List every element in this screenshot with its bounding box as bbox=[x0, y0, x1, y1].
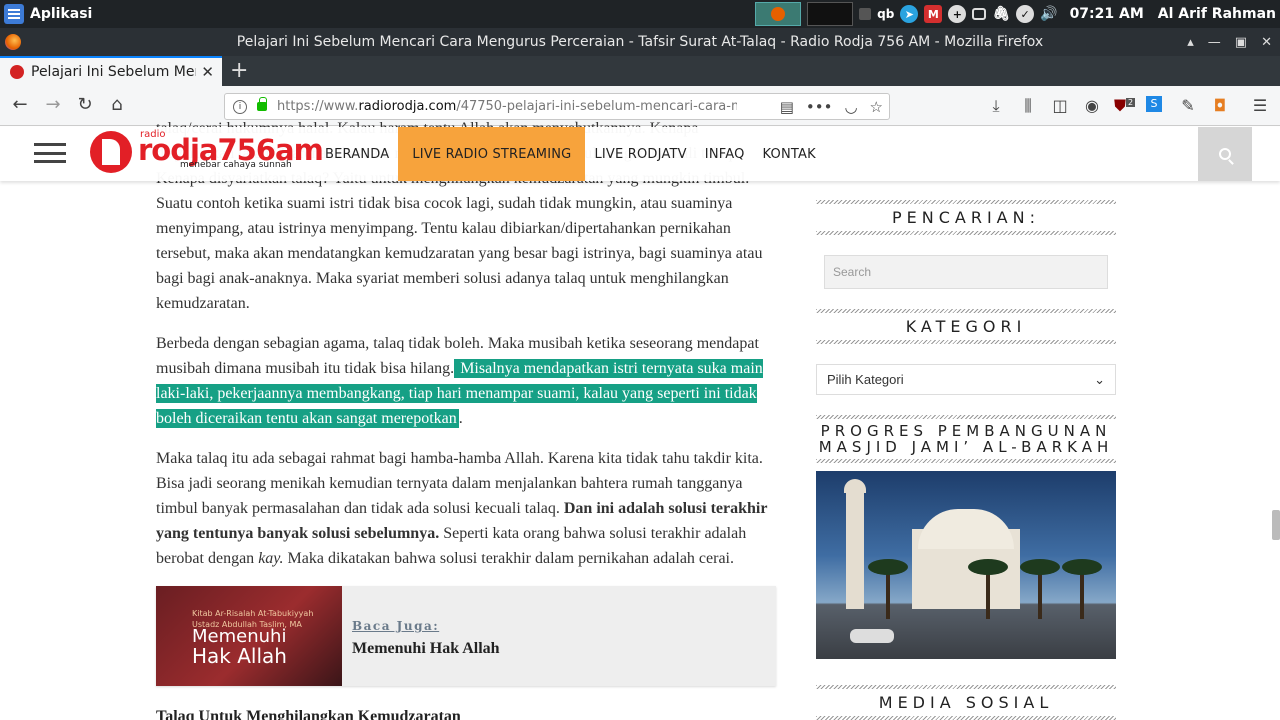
keep-above-icon[interactable]: ▴ bbox=[1187, 35, 1194, 50]
category-select-value: Pilih Kategori bbox=[827, 372, 904, 387]
forward-button[interactable]: → bbox=[41, 94, 65, 115]
tab-strip: Pelajari Ini Sebelum Mencari Cara Mengur… bbox=[0, 56, 1280, 86]
search-input[interactable]: Search bbox=[824, 255, 1108, 289]
extension-s-icon[interactable]: S bbox=[1146, 96, 1162, 112]
menu-live-radio-streaming[interactable]: LIVE RADIO STREAMING bbox=[398, 127, 586, 181]
ublock-icon[interactable]: ⛊ 2 bbox=[1114, 96, 1136, 116]
read-also-thumbnail[interactable]: Kitab Ar-Risalah At-Tabukiyyah Ustadz Ab… bbox=[156, 586, 342, 686]
article-subheading: Talaq Untuk Menghilangkan Kemudzaratan bbox=[156, 708, 461, 720]
workspace-2[interactable] bbox=[807, 2, 854, 26]
site-header: radio rodja756am menebar cahaya sunnah B… bbox=[0, 127, 1280, 181]
close-window-button[interactable]: ✕ bbox=[1261, 35, 1272, 50]
logo-mark-icon bbox=[90, 131, 132, 173]
window-title: Pelajari Ini Sebelum Mencari Cara Mengur… bbox=[236, 34, 1044, 50]
url-actions: ▤ ••• ◡ ☆ bbox=[780, 98, 883, 116]
account-icon[interactable]: ◉ bbox=[1082, 96, 1102, 115]
menu-icon[interactable]: ☰ bbox=[1250, 96, 1270, 115]
hamburger-menu-icon[interactable] bbox=[34, 143, 66, 163]
workspace-1-firefox[interactable] bbox=[755, 2, 802, 26]
firefox-icon bbox=[771, 7, 786, 21]
apps-menu-button[interactable]: Aplikasi bbox=[0, 0, 92, 28]
page-scrollbar-thumb[interactable] bbox=[1272, 510, 1280, 540]
update-icon[interactable]: + bbox=[948, 5, 967, 23]
firefox-logo-icon bbox=[5, 34, 21, 50]
url-text[interactable]: https://www.radiorodja.com/47750-pelajar… bbox=[277, 99, 737, 114]
mosque-progress-image[interactable] bbox=[816, 471, 1116, 659]
maximize-button[interactable]: ▣ bbox=[1235, 35, 1247, 50]
header-search-button[interactable] bbox=[1198, 127, 1252, 181]
menu-infaq[interactable]: INFAQ bbox=[696, 127, 754, 181]
article-body: talaq/cerai hukumnya halal. Kalau haram … bbox=[156, 116, 780, 720]
category-select[interactable]: Pilih Kategori ⌄ bbox=[816, 364, 1116, 395]
sidebar-icon[interactable]: ◫ bbox=[1050, 96, 1070, 115]
tray-app-icon[interactable] bbox=[859, 8, 872, 20]
tab-title: Pelajari Ini Sebelum Mencari Cara Mengur… bbox=[31, 64, 196, 80]
paperclip-icon[interactable]: 🖇 bbox=[992, 6, 1010, 22]
reload-button[interactable]: ↻ bbox=[73, 94, 97, 115]
menu-live-rodjatv[interactable]: LIVE RODJATV bbox=[585, 127, 695, 181]
reader-view-icon[interactable]: ▤ bbox=[780, 98, 794, 116]
page-actions-icon[interactable]: ••• bbox=[806, 98, 833, 116]
window-controls: ▴ — ▣ ✕ bbox=[1187, 28, 1272, 56]
volume-icon[interactable]: 🔊 bbox=[1040, 6, 1057, 22]
chat-icon[interactable] bbox=[972, 8, 987, 20]
site-menu: BERANDA LIVE RADIO STREAMING LIVE RODJAT… bbox=[316, 127, 825, 181]
search-icon bbox=[1219, 148, 1231, 160]
article-paragraph: Maka talaq itu ada sebagai rahmat bagi h… bbox=[156, 450, 768, 567]
window-titlebar: Pelajari Ini Sebelum Mencari Cara Mengur… bbox=[0, 28, 1280, 56]
read-also-link[interactable]: Memenuhi Hak Allah bbox=[352, 636, 500, 661]
site-logo[interactable]: radio rodja756am menebar cahaya sunnah bbox=[88, 127, 324, 177]
widget-title-social: MEDIA SOSIAL bbox=[816, 685, 1116, 720]
widget-title-search: PENCARIAN: bbox=[816, 200, 1116, 235]
clock[interactable]: 07:21 AM bbox=[1070, 6, 1144, 22]
tab-active[interactable]: Pelajari Ini Sebelum Mencari Cara Mengur… bbox=[0, 56, 222, 86]
qbittorrent-icon[interactable]: qb bbox=[877, 7, 894, 21]
rodja-favicon-icon bbox=[10, 65, 24, 79]
apps-menu-label: Aplikasi bbox=[30, 6, 93, 22]
menu-beranda[interactable]: BERANDA bbox=[316, 127, 398, 181]
back-button[interactable]: ← bbox=[8, 94, 32, 115]
telegram-icon[interactable]: ➤ bbox=[900, 5, 919, 23]
os-taskbar: Aplikasi qb ➤ M + 🖇 ✓ 🔊 07:21 AM Al Arif… bbox=[0, 0, 1280, 28]
sidebar: PENCARIAN: Search KATEGORI Pilih Kategor… bbox=[816, 200, 1116, 720]
downloads-icon[interactable]: ⤓ bbox=[986, 96, 1006, 116]
widget-title-category: KATEGORI bbox=[816, 309, 1116, 344]
mega-icon[interactable]: M bbox=[924, 5, 943, 23]
home-button[interactable]: ⌂ bbox=[105, 94, 129, 115]
rss-icon[interactable]: ◘ bbox=[1210, 96, 1230, 115]
site-info-icon[interactable]: i bbox=[233, 99, 247, 114]
user-name[interactable]: Al Arif Rahman bbox=[1158, 6, 1276, 22]
article-paragraph: Berbeda dengan sebagian agama, talaq tid… bbox=[156, 335, 763, 428]
read-also-box[interactable]: Kitab Ar-Risalah At-Tabukiyyah Ustadz Ab… bbox=[156, 586, 776, 686]
bookmark-star-icon[interactable]: ☆ bbox=[870, 98, 883, 116]
library-icon[interactable]: ⫼ bbox=[1018, 96, 1038, 116]
new-tab-button[interactable]: + bbox=[230, 58, 248, 83]
system-tray: qb ➤ M + 🖇 ✓ 🔊 07:21 AM Al Arif Rahman bbox=[755, 0, 1280, 28]
lock-icon[interactable] bbox=[257, 97, 267, 111]
chevron-down-icon: ⌄ bbox=[1094, 371, 1105, 387]
pocket-icon[interactable]: ◡ bbox=[844, 98, 857, 116]
widget-title-progress: PROGRES PEMBANGUNAN MASJID JAMI’ AL-BARK… bbox=[816, 415, 1116, 463]
minimize-button[interactable]: — bbox=[1208, 35, 1221, 50]
tab-close-icon[interactable]: ✕ bbox=[201, 63, 214, 81]
extension-tool-icon[interactable]: ✎ bbox=[1178, 96, 1198, 115]
shield-icon[interactable]: ✓ bbox=[1016, 5, 1035, 23]
menu-kontak[interactable]: KONTAK bbox=[754, 127, 825, 181]
apps-menu-icon bbox=[4, 4, 24, 24]
